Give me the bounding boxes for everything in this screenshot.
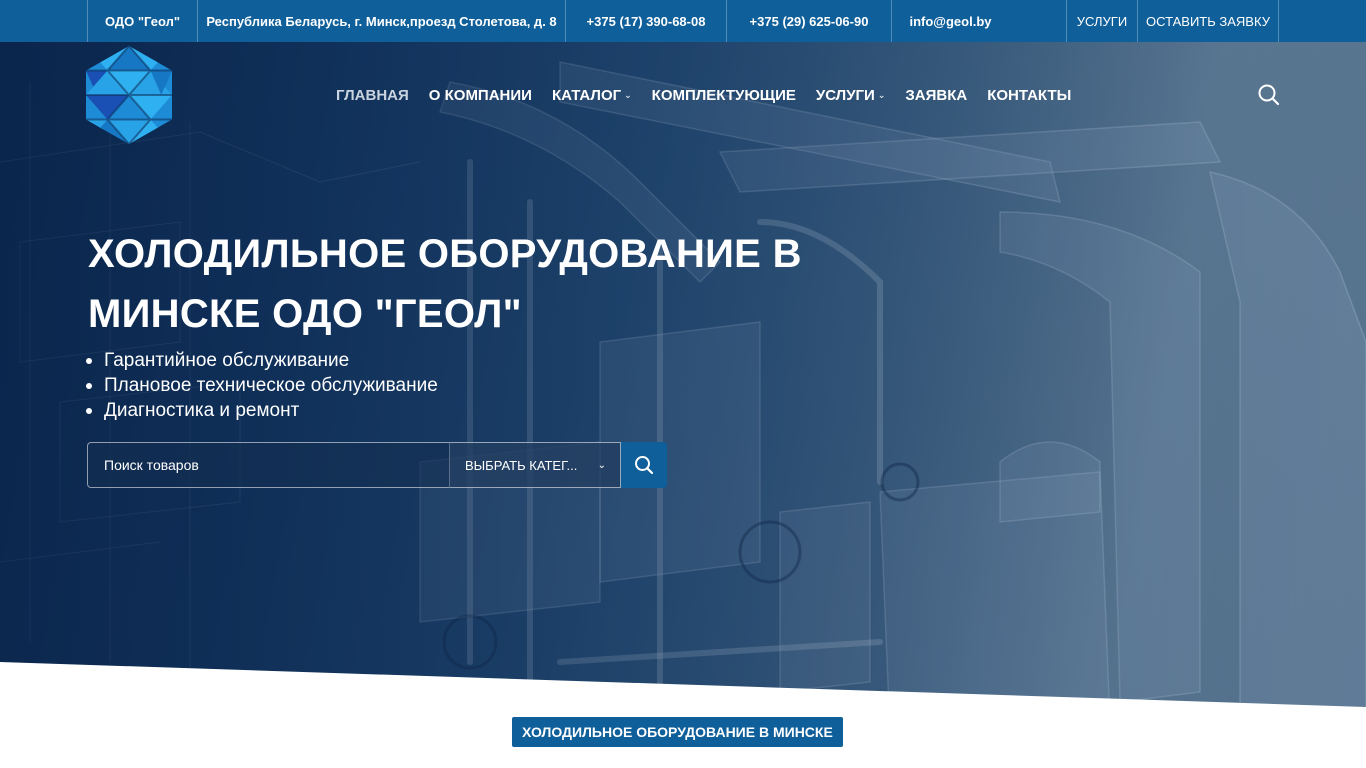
nav-item-request[interactable]: ЗАЯВКА	[905, 87, 967, 104]
search-submit-button[interactable]	[621, 442, 667, 488]
email-link[interactable]: info@geol.by	[891, 0, 1009, 42]
topbar-services-link[interactable]: УСЛУГИ	[1066, 0, 1137, 42]
company-logo[interactable]	[86, 46, 172, 144]
hero-title: ХОЛОДИЛЬНОЕ ОБОРУДОВАНИЕ В МИНСКЕ ОДО "Г…	[88, 232, 802, 336]
feature-text: Диагностика и ремонт	[104, 400, 300, 421]
nav-item-label: ГЛАВНАЯ	[336, 86, 409, 104]
category-select[interactable]: ВЫБРАТЬ КАТЕГ... ⌄	[449, 442, 621, 488]
feature-text: Гарантийное обслуживание	[104, 350, 350, 371]
search-icon	[635, 456, 654, 475]
chevron-down-icon: ⌄	[877, 89, 886, 100]
phone-link-1[interactable]: +375 (17) 390-68-08	[565, 0, 726, 42]
chevron-down-icon: ⌄	[597, 459, 606, 471]
company-address: Республика Беларусь, г. Минск,проезд Сто…	[197, 0, 565, 42]
nav-item-about[interactable]: О КОМПАНИИ	[429, 87, 532, 104]
hero-feature-list: Гарантийное обслуживание Плановое технич…	[86, 348, 438, 423]
bullet-icon	[86, 407, 92, 414]
search-icon[interactable]	[1256, 82, 1282, 108]
nav-item-home[interactable]: ГЛАВНАЯ	[336, 87, 409, 104]
search-input[interactable]	[88, 443, 449, 487]
topbar-request-link[interactable]: ОСТАВИТЬ ЗАЯВКУ	[1137, 0, 1279, 42]
product-search-form: ВЫБРАТЬ КАТЕГ... ⌄	[87, 442, 667, 488]
bullet-icon	[86, 382, 92, 389]
section-title-badge: ХОЛОДИЛЬНОЕ ОБОРУДОВАНИЕ В МИНСКЕ	[512, 717, 843, 747]
chevron-down-icon: ⌄	[624, 89, 632, 100]
feature-text: Плановое техническое обслуживание	[104, 375, 438, 396]
nav-item-label: КОНТАКТЫ	[987, 86, 1072, 104]
nav-item-label: О КОМПАНИИ	[428, 86, 532, 104]
category-select-value: ВЫБРАТЬ КАТЕГ...	[465, 457, 578, 473]
nav-item-label: УСЛУГИ	[815, 86, 875, 104]
nav-item-contacts[interactable]: КОНТАКТЫ	[987, 87, 1071, 104]
company-name: ОДО "Геол"	[87, 0, 197, 42]
main-navigation: ГЛАВНАЯ О КОМПАНИИ КАТАЛОГ ⌄ КОМПЛЕКТУЮЩ…	[336, 84, 1091, 106]
nav-item-services[interactable]: УСЛУГИ ⌄	[816, 87, 885, 104]
hero-section: ГЛАВНАЯ О КОМПАНИИ КАТАЛОГ ⌄ КОМПЛЕКТУЮЩ…	[0, 42, 1366, 768]
nav-item-label: КАТАЛОГ	[551, 86, 622, 104]
nav-item-catalog[interactable]: КАТАЛОГ ⌄	[552, 87, 632, 104]
top-info-bar: ОДО "Геол" Республика Беларусь, г. Минск…	[0, 0, 1366, 42]
nav-item-components[interactable]: КОМПЛЕКТУЮЩИЕ	[652, 87, 796, 104]
list-item: Диагностика и ремонт	[86, 398, 438, 423]
list-item: Плановое техническое обслуживание	[86, 373, 438, 398]
bullet-icon	[86, 357, 92, 364]
nav-item-label: КОМПЛЕКТУЮЩИЕ	[651, 86, 796, 104]
phone-link-2[interactable]: +375 (29) 625-06-90	[726, 0, 891, 42]
nav-item-label: ЗАЯВКА	[905, 86, 968, 104]
search-input-wrapper	[87, 442, 449, 488]
list-item: Гарантийное обслуживание	[86, 348, 438, 373]
